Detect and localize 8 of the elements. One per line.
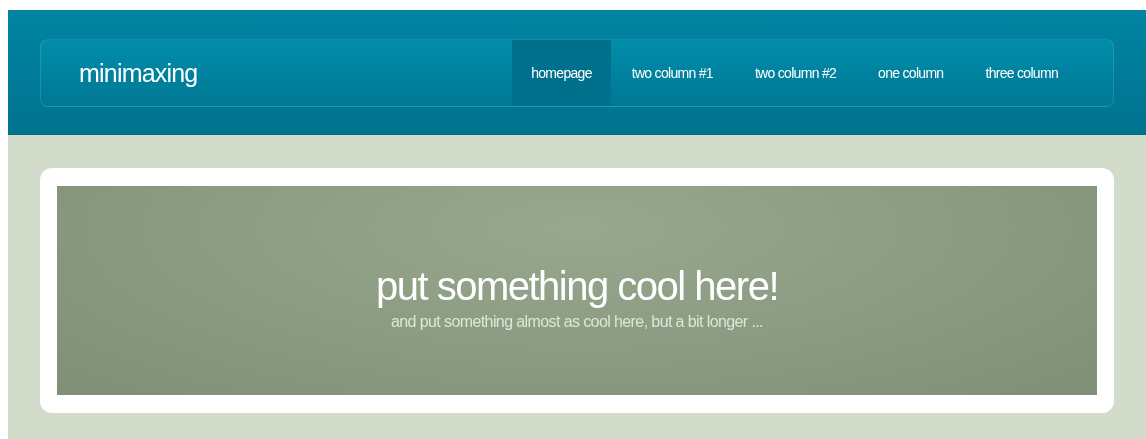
site-logo[interactable]: minimaxing (79, 58, 198, 88)
banner-title: put something cool here! (375, 264, 778, 309)
nav-link[interactable]: three column (964, 40, 1079, 106)
nav-link[interactable]: two column #1 (610, 40, 734, 106)
nav-link[interactable]: homepage (512, 40, 611, 106)
nav-link[interactable]: two column #2 (733, 40, 858, 106)
banner-subtitle: and put something almost as cool here, but a bit longer ... (391, 313, 763, 331)
nav-link[interactable]: one column (857, 40, 965, 106)
